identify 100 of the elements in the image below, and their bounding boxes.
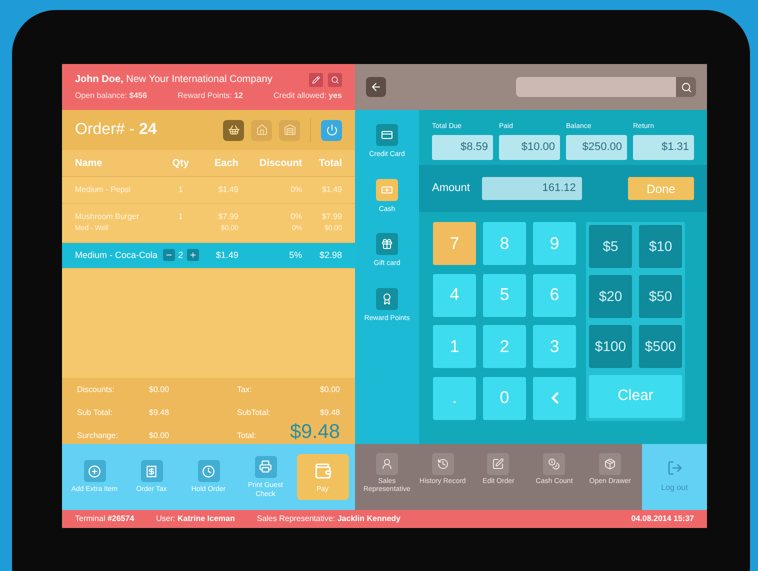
logout-button[interactable]: Log out — [642, 444, 707, 510]
summary-label: SubTotal: — [237, 407, 270, 419]
item-name: Medium - Pepsi — [75, 184, 132, 196]
quick-amount-button[interactable]: $20 — [589, 275, 632, 318]
done-button[interactable]: Done — [628, 177, 694, 200]
keypad-key[interactable]: 3 — [533, 325, 576, 368]
item-discount: 0% — [290, 184, 302, 196]
customer-name: John Doe, New Your International Company — [75, 73, 272, 87]
user-name: User: Katrine Iceman — [156, 513, 235, 525]
item-qty: 1 — [177, 211, 184, 223]
back-button[interactable] — [366, 77, 386, 97]
keypad-key[interactable]: 7 — [433, 222, 476, 265]
pencil-icon — [312, 76, 320, 84]
quick-amount-button[interactable]: $100 — [589, 325, 632, 368]
keypad-key[interactable]: 0 — [483, 376, 526, 420]
edit-icon — [492, 458, 504, 470]
coins-icon — [548, 458, 560, 470]
summary-label: Discounts: — [77, 384, 116, 396]
wallet-icon — [314, 462, 332, 480]
summary-label: Tax: — [237, 384, 252, 396]
column-header: Qty — [171, 156, 190, 170]
terminal-number: Terminal #26574 — [75, 513, 134, 525]
quick-amount-button[interactable]: $50 — [639, 275, 682, 318]
plus-icon — [188, 251, 197, 260]
total-value: $250.00 — [566, 134, 627, 160]
search-button[interactable] — [328, 72, 342, 86]
item-name: Medium - Coca-Cola — [75, 248, 159, 262]
summary-label: Sub Total: — [77, 407, 114, 419]
box-icon — [604, 458, 616, 470]
edit-button[interactable] — [309, 72, 323, 86]
basket-icon — [228, 124, 240, 136]
decrease-button[interactable] — [162, 249, 175, 262]
amount-label: Amount — [432, 181, 470, 196]
item-price: $1.49 — [217, 184, 238, 196]
increase-button[interactable] — [186, 249, 199, 262]
column-header: Total — [318, 156, 342, 170]
keypad-key[interactable]: 2 — [483, 325, 526, 368]
column-header: Each — [213, 156, 238, 170]
clear-button[interactable]: Clear — [589, 375, 682, 418]
history-icon — [436, 458, 449, 470]
keypad-key[interactable]: 4 — [433, 274, 476, 316]
order-number: Order# - 24 — [75, 120, 158, 140]
date-time: 04.08.2014 15:37 — [631, 513, 694, 525]
award-icon — [381, 292, 393, 304]
order-mode-button[interactable] — [251, 120, 272, 140]
item-total: $7.99 — [320, 211, 342, 223]
total-value: $8.59 — [432, 134, 493, 160]
keypad-key[interactable]: 8 — [483, 222, 526, 265]
item-total: $2.98 — [318, 248, 342, 262]
reward-points: Reward Points: 12 — [178, 90, 243, 102]
summary-value: $0.00 — [320, 384, 340, 396]
search-icon — [680, 82, 692, 92]
keypad-key[interactable]: . — [433, 376, 476, 420]
item-name: Mushroom Burger — [75, 211, 140, 223]
building-icon — [284, 124, 296, 136]
column-header: Discount — [258, 156, 302, 170]
clock-icon — [202, 464, 215, 478]
gift-icon — [380, 238, 393, 250]
banknote-icon — [381, 184, 393, 196]
open-balance: Open balance: $456 — [75, 90, 148, 102]
keypad-key[interactable]: 5 — [483, 274, 526, 316]
summary-label: Surchange: — [77, 430, 119, 442]
logout-icon — [666, 460, 682, 476]
receipt-icon — [145, 464, 158, 478]
printer-icon — [259, 460, 272, 473]
search-icon — [331, 76, 339, 84]
power-button[interactable] — [321, 120, 342, 140]
plus-icon — [88, 464, 101, 478]
order-row[interactable]: Medium - Pepsi 1 $1.49 0% $1.49 — [62, 177, 355, 204]
user-icon — [380, 458, 393, 470]
summary-value: $0.00 — [149, 430, 170, 442]
item-discount: 5% — [288, 248, 302, 262]
card-icon — [380, 129, 393, 141]
summary-value: $9.48 — [149, 407, 170, 419]
item-price: $7.99 — [217, 211, 238, 223]
column-header: Name — [75, 156, 104, 170]
grand-total: $9.48 — [290, 422, 340, 442]
summary-value: $9.48 — [320, 407, 340, 419]
quick-amount-button[interactable]: $10 — [639, 225, 682, 268]
quick-amount-button[interactable]: $500 — [639, 325, 682, 368]
power-icon — [326, 124, 338, 136]
keypad-key[interactable]: 6 — [533, 274, 576, 316]
order-mode-button[interactable] — [223, 120, 244, 140]
amount-field[interactable]: 161.12 — [482, 177, 582, 200]
item-qty: 2 — [178, 248, 184, 262]
order-row[interactable]: Medium - Coca-Cola 2 $1.49 5% $2.98 — [62, 242, 355, 269]
summary-value: $0.00 — [149, 384, 170, 396]
total-value: $1.31 — [633, 134, 694, 160]
summary-label: Total: — [237, 430, 256, 442]
quick-amount-button[interactable]: $5 — [589, 225, 632, 268]
item-total: $1.49 — [320, 184, 342, 196]
order-mode-button[interactable] — [279, 120, 300, 140]
item-qty: 1 — [177, 184, 184, 196]
keypad-key[interactable]: 9 — [533, 222, 576, 265]
credit-allowed: Credit allowed: yes — [274, 90, 342, 102]
keypad-key[interactable]: 1 — [433, 325, 476, 368]
item-price: $1.49 — [214, 248, 238, 262]
search-field[interactable] — [516, 77, 696, 97]
back-arrow-icon — [370, 81, 382, 93]
item-discount: 0% — [290, 211, 302, 223]
